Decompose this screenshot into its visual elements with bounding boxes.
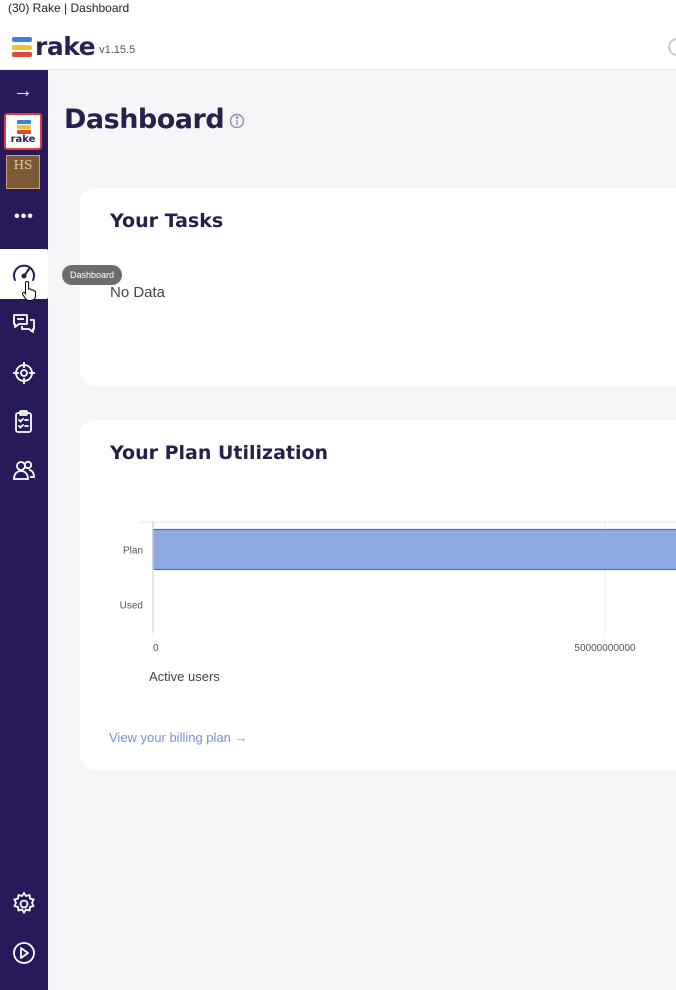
app-name: rake	[35, 32, 96, 61]
gear-icon	[13, 891, 35, 915]
chart-x-axis-label: Active users	[149, 669, 220, 684]
sidebar-item-messages[interactable]	[10, 310, 38, 338]
sidebar-item-play[interactable]	[10, 939, 38, 967]
workspace-rake-label: rake	[10, 134, 36, 145]
plan-utilization-card: Your Plan Utilization 050000000000100000…	[80, 420, 676, 770]
tasks-card-title: Your Tasks	[110, 210, 224, 232]
sidebar-item-settings[interactable]	[10, 890, 38, 918]
chart-x-tick-label: 50000000000	[574, 643, 636, 654]
rake-logo-icon	[17, 120, 31, 134]
sidebar-item-users[interactable]	[10, 456, 38, 484]
window-title: (30) Rake | Dashboard	[0, 0, 676, 18]
play-circle-icon	[13, 942, 35, 964]
tasks-card: Your Tasks No Data	[80, 188, 676, 386]
sidebar: → rake HS •••	[0, 70, 48, 990]
workspace-hs[interactable]: HS	[6, 155, 40, 189]
workspace-rake[interactable]: rake	[4, 113, 42, 150]
users-icon	[13, 460, 35, 480]
tasks-empty-state: No Data	[110, 284, 166, 301]
sidebar-item-tasks[interactable]	[10, 408, 38, 436]
rake-logo-icon	[12, 37, 32, 57]
expand-sidebar-icon[interactable]: →	[10, 81, 36, 101]
chat-bubbles-icon	[13, 314, 35, 333]
page-title: Dashboard	[64, 104, 225, 135]
workspace-hs-label: HS	[13, 158, 33, 172]
view-billing-plan-link[interactable]: View your billing plan →	[109, 730, 248, 745]
chart-bar-plan	[152, 528, 676, 571]
chart-x-tick-label: 0	[153, 643, 159, 654]
main-content: Dashboard Your Tasks No Data Your Plan U…	[48, 70, 676, 990]
app-version: v1.15.5	[99, 44, 136, 56]
more-workspaces-icon[interactable]: •••	[10, 209, 38, 226]
chart-y-tick-label: Used	[120, 601, 143, 612]
app-logo[interactable]: rake v1.15.5	[12, 34, 135, 60]
header-ring-icon[interactable]	[668, 38, 676, 56]
plan-utilization-chart: 0500000000001000000000001500000000002000…	[120, 521, 676, 684]
sidebar-item-targets[interactable]	[10, 359, 38, 387]
info-icon[interactable]	[229, 113, 245, 129]
clipboard-list-icon	[15, 410, 32, 433]
app-header: rake v1.15.5	[0, 18, 676, 70]
hand-cursor-icon	[22, 280, 36, 301]
crosshair-icon	[13, 362, 35, 384]
sidebar-tooltip: Dashboard	[62, 265, 123, 285]
chart-y-tick-label: Plan	[123, 546, 143, 557]
